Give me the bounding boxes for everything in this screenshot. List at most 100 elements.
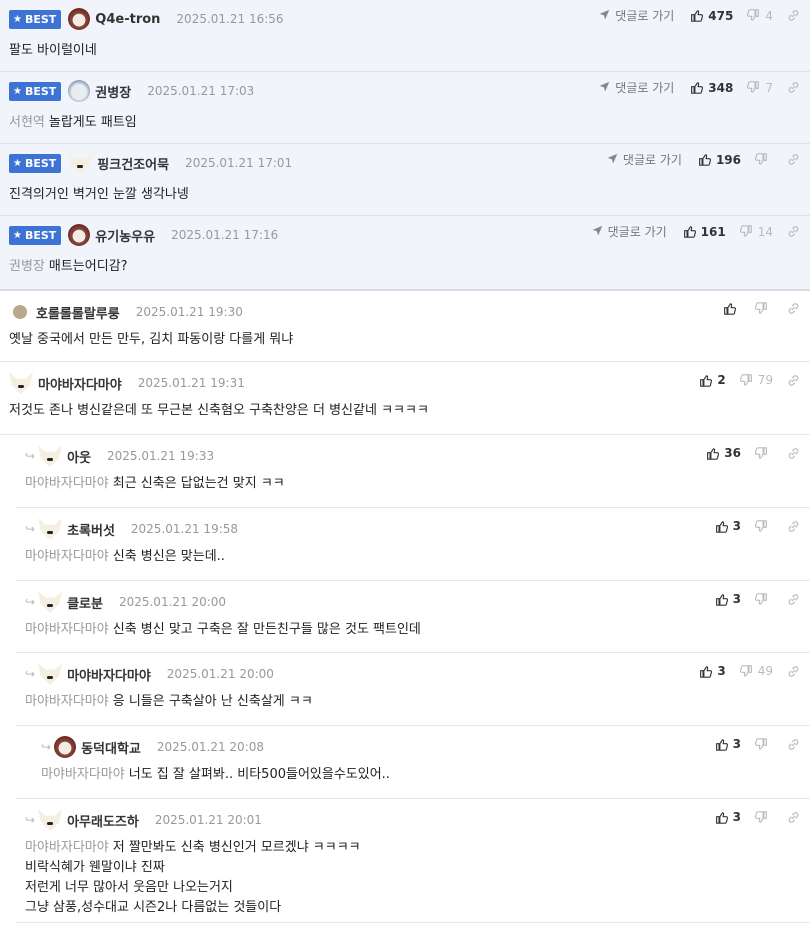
reply-comment: ↪ 동덕대학교 2025.01.21 20:08 마야바자다마야 너도 집 잘 살펴봐.… [16,726,810,799]
dislike-button[interactable] [755,737,773,751]
comment-text: 신축 병신은 맞는데.. [112,549,225,564]
dislike-count: 14 [757,224,773,239]
reply-comment: ↪ 초록버섯 2025.01.21 19:58 마야바자다마야 신축 병신은 맞는데..… [16,508,810,581]
go-to-comment-link[interactable]: 댓글로 가기 [592,223,667,240]
comment-author[interactable]: 핑크건조어묵 [97,154,169,173]
dislike-count: 49 [757,664,773,678]
mention[interactable]: 마야바자다마야 [25,694,109,709]
comment-author[interactable]: Q4e-tron [95,12,160,27]
mention[interactable]: 마야바자다마야 [25,840,109,855]
comment-actions: 3 [715,737,800,751]
link-icon[interactable] [787,520,800,533]
link-icon[interactable] [787,665,800,678]
best-badge: ★ BEST [9,9,62,29]
best-badge-label: BEST [24,228,57,242]
dislike-button[interactable] [755,810,773,824]
avatar-fox-icon [38,445,63,467]
link-icon[interactable] [787,302,800,315]
go-to-comment-link[interactable]: 댓글로 가기 [607,151,682,168]
comment-date: 2025.01.21 20:01 [154,813,262,827]
comment-author[interactable]: 마야바자다마야 [67,665,151,684]
mention[interactable]: 마야바자다마야 [25,622,109,637]
star-icon: ★ [13,229,22,241]
thumbs-down-icon [747,9,760,22]
link-icon[interactable] [787,811,800,824]
mention[interactable]: 권병장 [9,259,45,274]
comment-date: 2025.01.21 20:00 [118,595,227,609]
comment-header: ↪ 클로분 2025.01.21 20:00 [25,591,226,613]
comment-body: 마야바자다마야 신축 병신은 맞는데.. [25,547,225,567]
comment-author[interactable]: 클로분 [67,593,103,612]
comment-text: 최근 신축은 답없는건 맞지 ㅋㅋ [112,476,285,491]
mention[interactable]: 마야바자다마야 [41,767,125,782]
link-icon[interactable] [787,738,800,751]
link-icon[interactable] [787,9,800,22]
comment-author[interactable]: 유기농우유 [95,226,155,245]
link-icon[interactable] [787,593,800,606]
comment-body: 마야바자다마야 응 니들은 구축살아 난 신축살게 ㅋㅋ [25,692,313,712]
like-count: 3 [732,519,741,533]
like-button[interactable]: 3 [715,592,741,606]
comment-author[interactable]: 아웃 [67,447,91,466]
thumbs-down-icon [755,153,768,166]
like-button[interactable]: 3 [699,664,726,678]
dislike-button[interactable]: 14 [739,224,773,239]
go-to-comment-link[interactable]: 댓글로 가기 [599,7,674,24]
dislike-button[interactable]: 4 [747,9,773,23]
comment-author[interactable]: 마야바자다마야 [38,374,122,393]
link-icon[interactable] [787,225,800,238]
mention[interactable]: 마야바자다마야 [25,476,109,491]
comment-body: 팔도 바이럴이네 [9,39,97,58]
comment-date: 2025.01.21 17:03 [147,84,255,98]
comment-author[interactable]: 초록버섯 [67,520,115,539]
dislike-button[interactable] [755,302,773,315]
dislike-button[interactable] [755,446,773,460]
dislike-button[interactable] [755,519,773,533]
like-button[interactable]: 36 [706,446,741,460]
like-button[interactable]: 475 [690,9,733,23]
like-count: 2 [717,373,726,387]
like-button[interactable]: 3 [715,810,741,824]
comment-author[interactable]: 호롤롤롤랄루룽 [36,303,120,322]
dislike-button[interactable]: 7 [747,81,773,95]
comment-text: 매트는어디감? [48,259,128,274]
link-icon[interactable] [787,374,800,387]
dislike-button[interactable]: 49 [739,664,773,678]
comment-date: 2025.01.21 20:00 [166,667,274,681]
mention[interactable]: 마야바자다마야 [25,549,109,564]
best-comments: ★ BEST Q4e-tron 2025.01.21 16:56 팔도 바이럴이네 댓글로… [0,0,810,291]
like-count: 3 [732,592,741,606]
like-button[interactable]: 161 [683,225,726,239]
like-button[interactable]: 196 [698,153,741,167]
link-icon[interactable] [787,153,800,166]
best-comment: ★ BEST 핑크건조어묵 2025.01.21 17:01 진격의거인 벽거인 눈깔 … [0,144,810,216]
like-button[interactable]: 3 [715,737,741,751]
link-icon[interactable] [787,81,800,94]
go-to-comment-label: 댓글로 가기 [607,225,667,239]
comment-line: 마야바자다마야 너도 집 잘 살펴봐.. 비타500들어있을수도있어.. [41,765,390,785]
comment-author[interactable]: 권병장 [95,82,131,101]
comment-body: 진격의거인 벽거인 눈깔 생각나넹 [9,183,189,202]
dislike-button[interactable] [755,153,773,166]
like-count: 196 [715,152,741,167]
avatar-plain-icon [13,305,27,319]
comment-actions: 댓글로 가기 348 7 [599,79,800,96]
comment-header: ↪ 아무래도즈하 2025.01.21 20:01 [25,809,262,831]
comment-text: 비락식혜가 웬말이냐 진짜 [25,860,165,875]
comment-body: 권병장 매트는어디감? [9,255,128,274]
comment-text: 그냥 삼풍,성수대교 시즌2나 다름없는 것들이다 [25,900,282,915]
comment-date: 2025.01.21 19:31 [137,376,245,390]
thumbs-down-icon [739,373,753,387]
like-button[interactable]: 3 [715,519,741,533]
dislike-button[interactable]: 79 [739,373,773,387]
comment-author[interactable]: 아무래도즈하 [67,811,139,830]
comment-author[interactable]: 동덕대학교 [81,738,141,757]
mention[interactable]: 서현역 [9,115,45,130]
dislike-button[interactable] [755,592,773,606]
go-to-comment-link[interactable]: 댓글로 가기 [599,79,674,96]
link-icon[interactable] [787,447,800,460]
comment-header: ↪ 마야바자다마야 2025.01.21 20:00 [25,663,274,685]
like-button[interactable]: 2 [699,373,726,387]
like-button[interactable] [723,302,741,315]
like-button[interactable]: 348 [690,81,733,95]
